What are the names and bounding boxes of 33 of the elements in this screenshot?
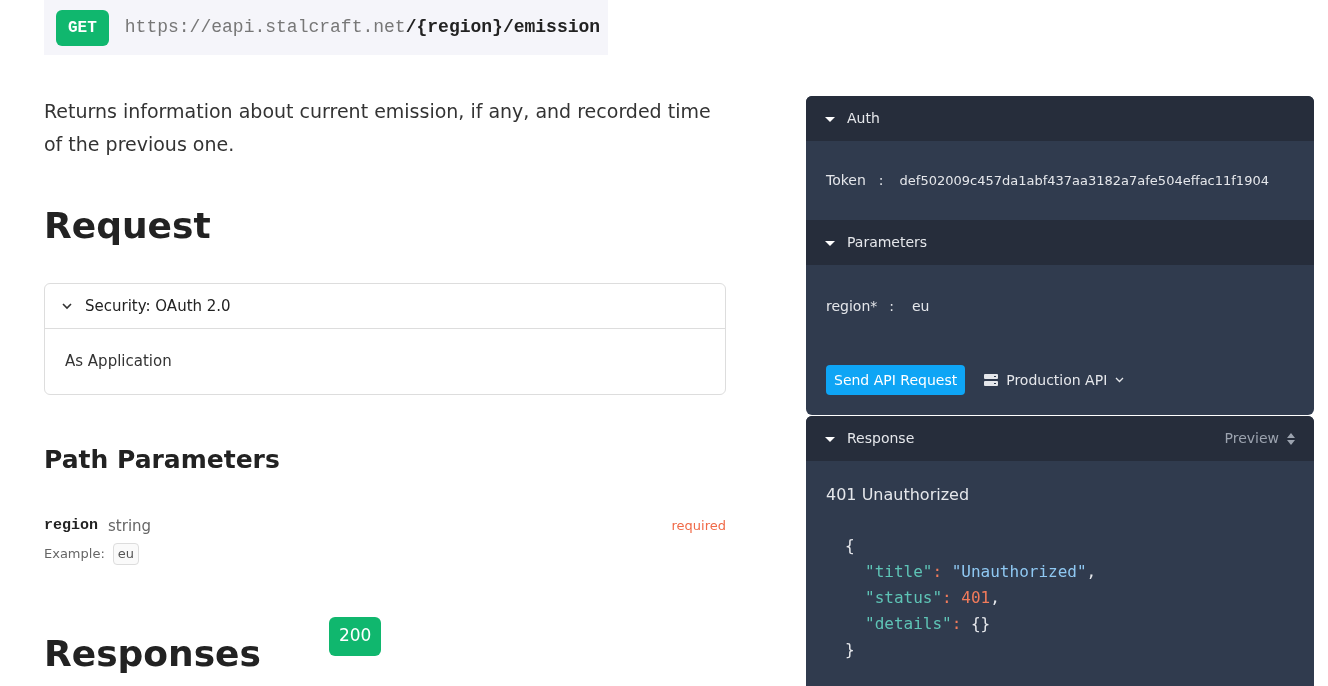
- chevron-icon[interactable]: [61, 300, 73, 312]
- section-title: Parameters: [847, 233, 928, 252]
- separator-text: :: [878, 171, 884, 190]
- method-badge: GET: [56, 9, 109, 46]
- section-title: Response: [847, 429, 915, 448]
- section-heading: Responses: [44, 631, 261, 676]
- response-status: 401 Unauthorized: [826, 484, 971, 506]
- section-header[interactable]: Response Preview: [806, 416, 1314, 461]
- chevron-down-icon: [1115, 377, 1125, 383]
- view-selector[interactable]: Preview: [1224, 428, 1295, 449]
- security-flow-text: As Application: [65, 351, 172, 373]
- security-title[interactable]: Security: OAuth 2.0: [85, 294, 231, 318]
- parameter-type: string: [108, 515, 152, 537]
- server-icon: [984, 374, 999, 386]
- example-value: eu: [112, 543, 140, 565]
- parameter-value[interactable]: eu: [912, 296, 930, 317]
- subsection-heading: Path Parameters: [44, 444, 281, 476]
- parameter-name: region: [44, 515, 98, 536]
- response-code: { "title": "Unauthorized", "status": 401, "details": {} }: [845, 535, 1098, 661]
- section-header[interactable]: Parameters: [806, 220, 1314, 265]
- parameter-label: region*: [826, 297, 878, 316]
- section-title: Auth: [847, 109, 880, 128]
- sort-arrows-icon: [1287, 432, 1295, 445]
- endpoint-url: https://eapi.stalcraft.net/{region}/emission: [124, 16, 601, 39]
- server-dropdown[interactable]: Production API: [984, 369, 1125, 391]
- token-label: Token: [826, 171, 866, 190]
- example-label: Example:: [44, 545, 105, 563]
- required-label: required: [671, 517, 726, 535]
- description-text: Returns information about current emission, if any, and recorded time of the previous one.: [44, 99, 712, 157]
- section-header[interactable]: Auth: [806, 96, 1314, 141]
- token-value[interactable]: def502009c457da1abf437aa3182a7afe504effac11f1904: [899, 170, 1269, 191]
- section-heading: Request: [44, 204, 212, 248]
- separator-text: :: [889, 297, 894, 316]
